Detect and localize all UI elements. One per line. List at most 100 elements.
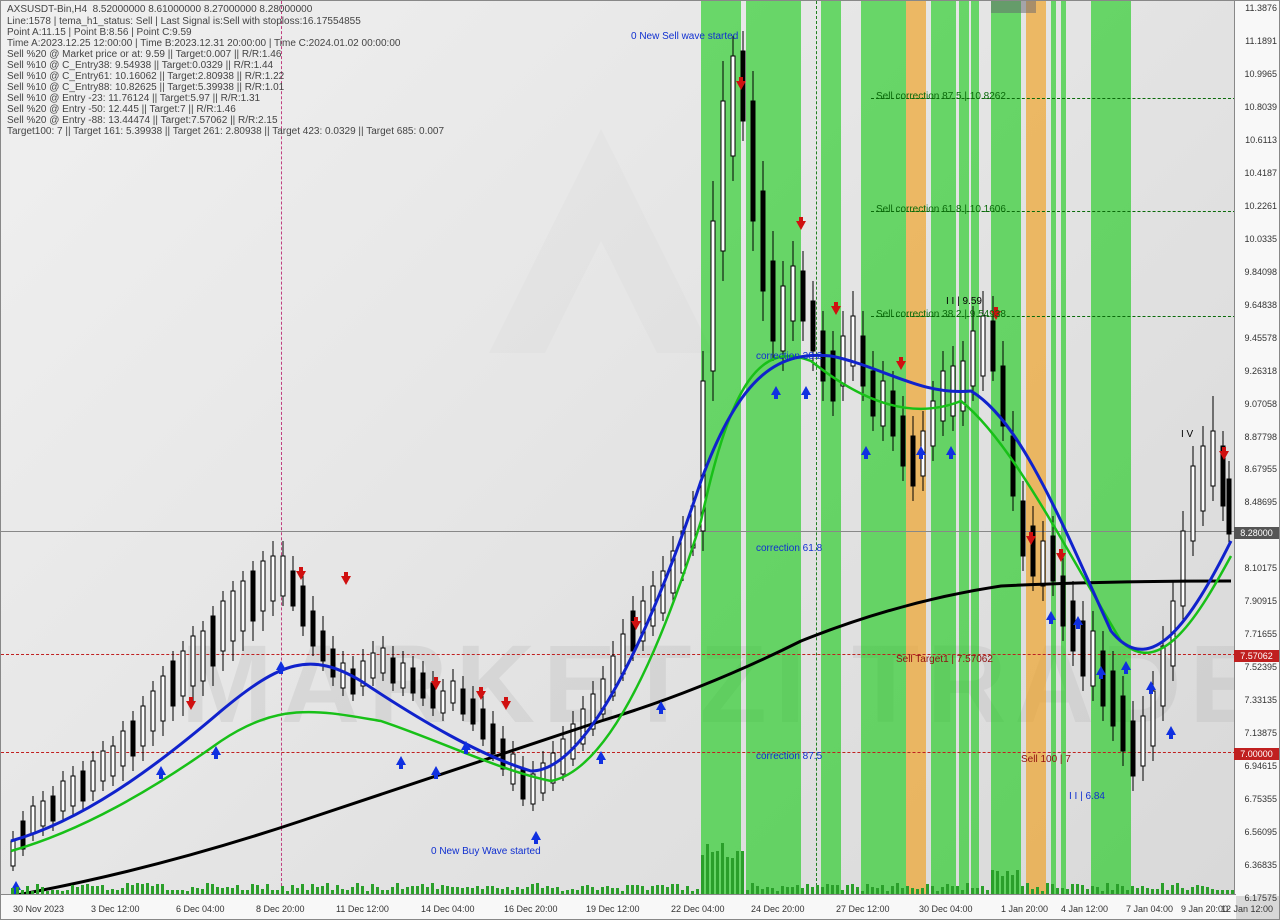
volume-bar (326, 883, 329, 894)
volume-bar (206, 883, 209, 894)
volume-bar (151, 886, 154, 894)
volume-bar (1076, 884, 1079, 894)
gray-band (991, 1, 1036, 13)
down-arrow-icon (1056, 553, 1066, 562)
volume-bar (1011, 875, 1014, 894)
price-tick: 6.75355 (1234, 794, 1277, 804)
volume-bar (526, 887, 529, 894)
volume-bar (1071, 884, 1074, 894)
down-arrow-icon (1219, 451, 1229, 460)
volume-bar (211, 884, 214, 894)
volume-bar (316, 887, 319, 894)
up-arrow-icon (861, 446, 871, 455)
volume-bar (706, 844, 709, 894)
volume-bar (956, 886, 959, 894)
volume-bar (96, 886, 99, 894)
volume-bar (996, 871, 999, 894)
volume-bar (806, 884, 809, 894)
volume-bar (1191, 887, 1194, 894)
volume-bar (491, 886, 494, 894)
volume-bar (86, 884, 89, 894)
volume-bar (931, 886, 934, 894)
volume-bar (476, 886, 479, 894)
volume-bar (951, 886, 954, 894)
volume-bar (396, 883, 399, 894)
volume-bar (441, 885, 444, 894)
volume-bar (546, 886, 549, 894)
hline-current (1, 531, 1236, 532)
price-tick: 9.84098 (1234, 267, 1277, 277)
chart-area[interactable]: AXSUSDT-Bin,H4 8.52000000 8.61000000 8.2… (1, 1, 1236, 896)
volume-bar (786, 887, 789, 894)
volume-bar (1121, 886, 1124, 894)
up-arrow-icon (656, 701, 666, 710)
volume-bar (426, 887, 429, 894)
up-arrow-icon (596, 751, 606, 760)
label-c875: correction 87.5 (756, 751, 822, 762)
volume-bar (796, 885, 799, 894)
price-tick: 7.71655 (1234, 629, 1277, 639)
label-new-sell: 0 New Sell wave started (631, 31, 738, 42)
volume-bar (1096, 887, 1099, 894)
up-arrow-icon (156, 766, 166, 775)
volume-bar (826, 884, 829, 894)
time-tick: 7 Jan 04:00 (1126, 904, 1173, 914)
volume-bar (856, 887, 859, 894)
price-axis: 11.387611.189110.996510.803910.611310.41… (1234, 1, 1279, 896)
volume-bar (606, 886, 609, 894)
volume-bar (676, 884, 679, 894)
volume-bar (391, 887, 394, 894)
volume-bar (466, 887, 469, 894)
info-line: Sell %10 @ C_Entry38: 9.54938 || Target:… (7, 60, 444, 71)
up-arrow-icon (946, 446, 956, 455)
up-arrow-icon (531, 831, 541, 840)
volume-bar (896, 883, 899, 894)
volume-bar (506, 887, 509, 894)
up-arrow-icon (771, 386, 781, 395)
label-corr-875: Sell correction 87.5 | 10.8262 (876, 91, 1006, 102)
volume-bar (586, 885, 589, 894)
volume-bar (76, 887, 79, 894)
label-sell-target: Sell Target1 | 7.57062 (896, 654, 993, 665)
volume-bar (651, 886, 654, 894)
volume-bar (1206, 887, 1209, 894)
volume-bar (721, 843, 724, 894)
volume-bar (636, 885, 639, 894)
volume-bar (486, 886, 489, 894)
volume-bar (141, 884, 144, 894)
price-tick: 10.4187 (1234, 168, 1277, 178)
volume-bar (236, 885, 239, 894)
price-tick: 6.36835 (1234, 860, 1277, 870)
volume-bar (661, 885, 664, 894)
up-arrow-icon (276, 661, 286, 670)
up-arrow-icon (1146, 681, 1156, 690)
volume-bar (731, 858, 734, 894)
price-tick: 8.10175 (1234, 563, 1277, 573)
time-tick: 14 Dec 04:00 (421, 904, 475, 914)
price-marker-sell100: 7.00000 (1234, 748, 1279, 760)
volume-bar (1196, 885, 1199, 894)
volume-bar (371, 884, 374, 894)
volume-bar (1036, 887, 1039, 894)
volume-bar (376, 887, 379, 894)
up-arrow-icon (431, 766, 441, 775)
up-arrow-icon (1166, 726, 1176, 735)
volume-bar (811, 887, 814, 894)
volume-bar (716, 851, 719, 894)
volume-bar (356, 883, 359, 894)
volume-bar (816, 885, 819, 894)
price-tick: 10.2261 (1234, 201, 1277, 211)
volume-bar (641, 886, 644, 894)
volume-bar (941, 887, 944, 894)
volume-bar (136, 883, 139, 894)
volume-bar (71, 885, 74, 894)
volume-bar (1006, 871, 1009, 894)
volume-bar (1026, 883, 1029, 894)
down-arrow-icon (796, 221, 806, 230)
price-tick: 7.33135 (1234, 695, 1277, 705)
volume-bar (1161, 883, 1164, 894)
green-band (971, 1, 979, 896)
volume-bar (1016, 870, 1019, 894)
volume-bar (311, 884, 314, 894)
volume-bar (1141, 886, 1144, 894)
